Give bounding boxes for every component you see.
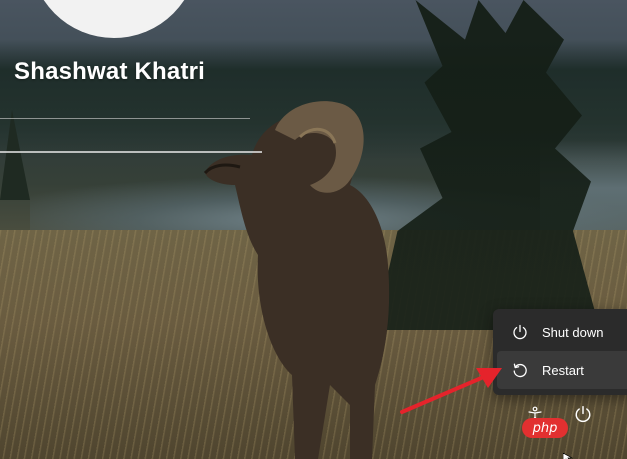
power-options-menu: Shut down Restart bbox=[493, 309, 627, 395]
power-icon bbox=[511, 323, 529, 341]
power-button[interactable] bbox=[572, 405, 594, 427]
lock-screen: Shashwat Khatri Shut down Restart php bbox=[0, 0, 627, 459]
user-name: Shashwat Khatri bbox=[14, 58, 206, 85]
power-icon bbox=[574, 405, 592, 428]
password-field-top-border bbox=[0, 118, 250, 119]
restart-menu-item[interactable]: Restart bbox=[497, 351, 627, 389]
wallpaper-bighorn-ram bbox=[203, 101, 390, 459]
annotation-arrow bbox=[400, 368, 502, 414]
shut-down-label: Shut down bbox=[542, 324, 604, 340]
watermark-text: php bbox=[532, 420, 558, 436]
mouse-cursor bbox=[563, 453, 573, 459]
php-watermark: php bbox=[522, 418, 568, 438]
shut-down-menu-item[interactable]: Shut down bbox=[497, 313, 627, 351]
restart-icon bbox=[511, 361, 529, 379]
password-field-underline[interactable] bbox=[0, 151, 262, 153]
restart-label: Restart bbox=[542, 362, 584, 378]
